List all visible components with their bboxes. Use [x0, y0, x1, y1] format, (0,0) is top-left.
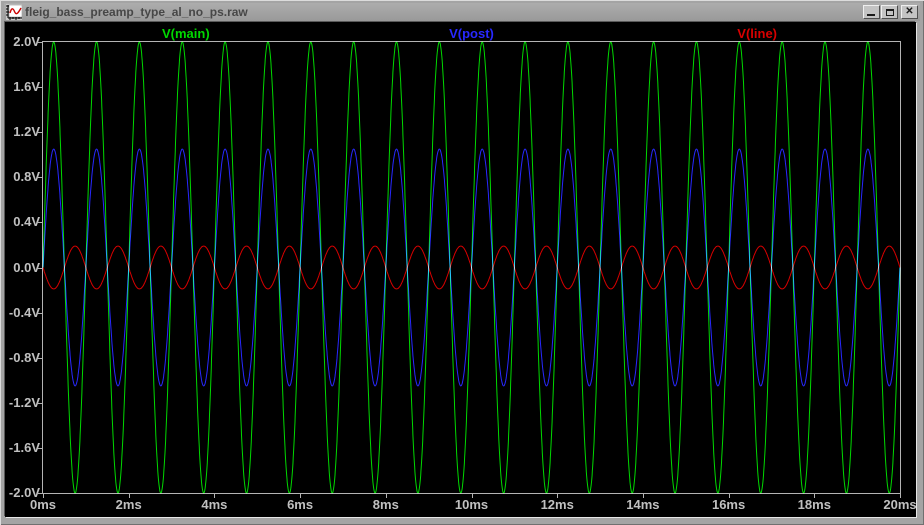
legend-V(post)[interactable]: V(post) — [449, 26, 494, 41]
y-tick-mark — [37, 87, 42, 89]
maximize-icon — [885, 8, 894, 16]
x-tick-label: 6ms — [287, 497, 314, 512]
minimize-button[interactable] — [863, 5, 880, 19]
y-tick-mark — [37, 312, 42, 314]
plot-pane[interactable]: V(main) V(post) V(line) 2.0V 1.6V 1.2V 0.8V 0.… — [5, 22, 917, 517]
legend-V(line)[interactable]: V(line) — [737, 26, 777, 41]
x-tick-label: 2ms — [115, 497, 142, 512]
y-tick-label: 2.0V — [13, 34, 40, 49]
trace-layer — [42, 41, 901, 494]
x-tick-label: 18ms — [797, 497, 831, 512]
x-tick-label: 8ms — [372, 497, 399, 512]
x-tick-mark — [557, 494, 559, 498]
x-tick-mark — [385, 494, 387, 498]
y-tick-mark — [37, 357, 42, 359]
y-tick-mark — [37, 402, 42, 404]
y-tick-mark — [37, 447, 42, 449]
minimize-icon — [867, 14, 875, 16]
x-tick-mark — [642, 494, 644, 498]
y-tick-mark — [37, 177, 42, 179]
close-button[interactable]: ✕ — [901, 5, 918, 19]
window-title: fleig_bass_preamp_type_al_no_ps.raw — [25, 5, 248, 19]
y-tick-mark — [37, 267, 42, 269]
y-tick-label: 0.0V — [13, 259, 40, 275]
x-tick-mark — [900, 494, 901, 498]
y-tick-mark — [37, 493, 42, 494]
y-tick-label: -1.2V — [8, 394, 40, 410]
close-icon: ✕ — [905, 6, 914, 17]
y-tick-label: -1.6V — [8, 439, 40, 455]
maximize-button[interactable] — [881, 5, 898, 19]
x-tick-mark — [471, 494, 473, 498]
y-tick-mark — [37, 42, 42, 43]
x-tick-label: 12ms — [540, 497, 574, 512]
y-tick-label: 0.8V — [13, 169, 40, 185]
x-tick-label: 10ms — [454, 497, 489, 512]
x-tick-label: 4ms — [201, 497, 228, 512]
y-tick-label: 0.4V — [13, 214, 40, 230]
y-tick-label: -0.8V — [8, 349, 40, 365]
window-controls: ✕ — [862, 5, 918, 19]
legend-V(main)[interactable]: V(main) — [162, 26, 210, 41]
x-tick-label: 20ms — [883, 497, 917, 512]
y-tick-label: 1.2V — [13, 124, 40, 140]
x-tick-label: 0ms — [29, 497, 57, 512]
x-tick-mark — [814, 494, 816, 498]
x-tick-label: 16ms — [711, 497, 746, 512]
y-tick-label: -0.4V — [8, 304, 40, 320]
x-tick-mark — [43, 494, 44, 498]
x-tick-mark — [214, 494, 216, 498]
x-tick-mark — [728, 494, 730, 498]
app-window: fleig_bass_preamp_type_al_no_ps.raw ✕ V(… — [0, 0, 924, 525]
x-tick-label: 14ms — [626, 497, 660, 512]
y-tick-label: 1.6V — [13, 79, 40, 95]
window-titlebar[interactable]: fleig_bass_preamp_type_al_no_ps.raw ✕ — [4, 3, 920, 21]
x-tick-mark — [300, 494, 302, 498]
x-tick-mark — [128, 494, 130, 498]
y-tick-mark — [37, 132, 42, 134]
y-tick-mark — [37, 222, 42, 224]
waveform-app-icon — [6, 4, 22, 20]
